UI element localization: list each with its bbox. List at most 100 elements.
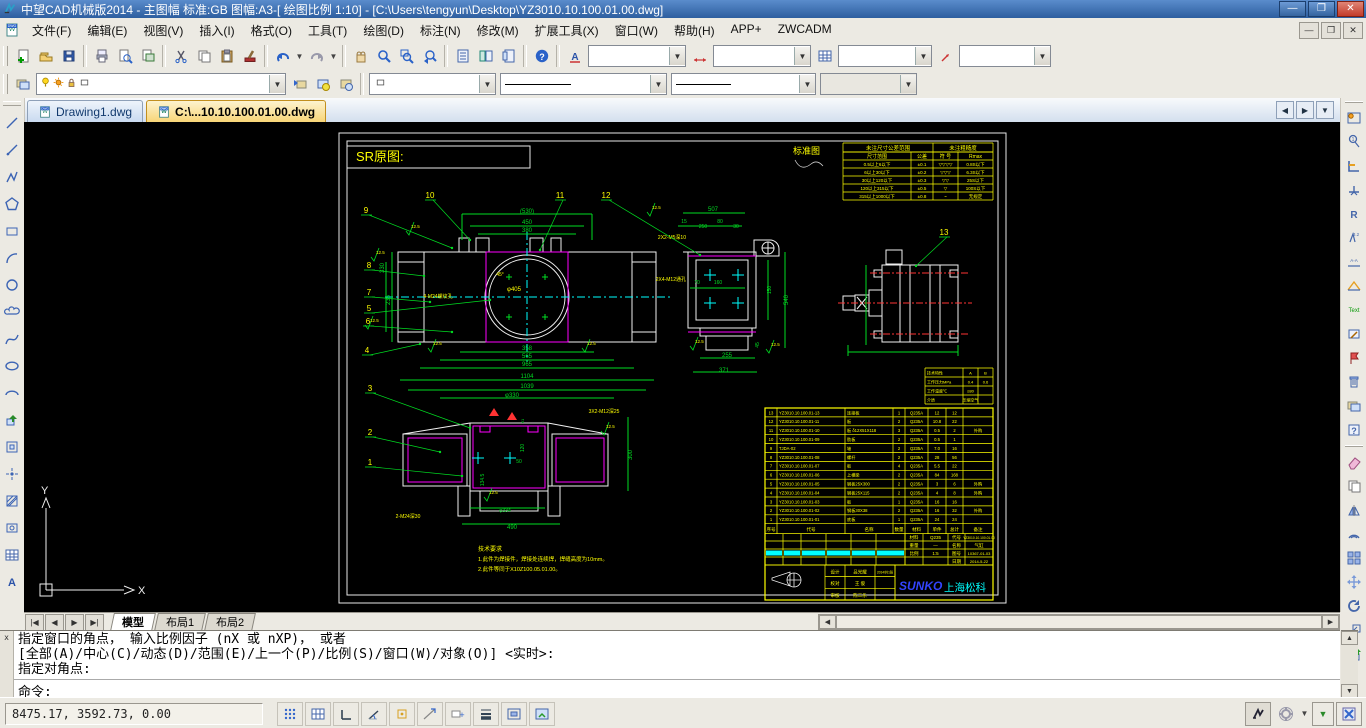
preview-icon[interactable] <box>113 45 136 68</box>
lwt-icon[interactable] <box>473 702 499 726</box>
symhelp-icon[interactable]: ? <box>1343 419 1366 442</box>
lineweight-combo[interactable]: ▼ <box>671 73 816 95</box>
copyobj-icon[interactable] <box>1343 475 1366 498</box>
spline-icon[interactable] <box>1 327 24 350</box>
menu-11[interactable]: 窗口(W) <box>607 19 666 42</box>
minimize-button[interactable]: — <box>1279 1 1306 17</box>
menu-7[interactable]: 绘图(D) <box>355 19 412 42</box>
dimstyle-icon[interactable] <box>688 45 711 68</box>
scroll-left-icon[interactable]: ◀ <box>819 615 836 629</box>
menu-9[interactable]: 修改(M) <box>469 19 527 42</box>
command-window[interactable]: x 指定窗口的角点， 输入比例因子 (nX 或 nXP)， 或者 [全部(A)/… <box>0 630 1340 698</box>
makeblock-icon[interactable] <box>1 435 24 458</box>
horizontal-scrollbar[interactable]: ◀ ▶ <box>818 614 1340 630</box>
publish-icon[interactable] <box>136 45 159 68</box>
toolbar-grip[interactable] <box>1345 101 1363 103</box>
menu-3[interactable]: 视图(V) <box>135 19 191 42</box>
undo-icon[interactable] <box>271 45 294 68</box>
doc-tab-1[interactable]: WDWGDrawing1.dwg <box>27 100 143 122</box>
paste-icon[interactable] <box>215 45 238 68</box>
doc-restore-button[interactable]: ❐ <box>1321 22 1341 39</box>
text-style-combo-dropdown-icon[interactable]: ▼ <box>669 47 685 65</box>
command-scroll-up-icon[interactable]: ▲ <box>1341 631 1358 645</box>
text-style-combo[interactable]: ▼ <box>588 45 686 67</box>
menu-14[interactable]: ZWCADM <box>770 19 840 42</box>
doc-tab-2[interactable]: WDWGC:\...10.10.100.01.00.dwg <box>146 100 326 122</box>
dropdown-arrow-icon[interactable]: ▼ <box>328 45 339 68</box>
circle-icon[interactable] <box>1 273 24 296</box>
blockedit-icon[interactable] <box>1343 323 1366 346</box>
hatch-icon[interactable] <box>1 489 24 512</box>
sgrid-icon[interactable] <box>305 702 331 726</box>
bulb-icon[interactable] <box>39 76 52 92</box>
layerstate-icon[interactable] <box>311 73 334 96</box>
save-icon[interactable] <box>57 45 80 68</box>
weld-icon[interactable] <box>1343 275 1366 298</box>
menu-6[interactable]: 工具(T) <box>300 19 355 42</box>
deltool-icon[interactable] <box>1343 371 1366 394</box>
sun-icon[interactable] <box>52 76 65 92</box>
polar-icon[interactable] <box>361 702 387 726</box>
array-icon[interactable] <box>1343 547 1366 570</box>
layer-combo-dropdown-icon[interactable]: ▼ <box>269 75 285 93</box>
layer-color-swatch[interactable] <box>78 76 91 92</box>
layertool-icon[interactable] <box>1343 395 1366 418</box>
properties-icon[interactable] <box>451 45 474 68</box>
rotate-icon[interactable] <box>1343 595 1366 618</box>
next-tab-icon[interactable]: ▶ <box>65 614 84 631</box>
cad-drawing-canvas[interactable]: X Y SR原图:标准图(530)45038035856596511041039… <box>24 122 1340 612</box>
texttool-icon[interactable]: Text <box>1343 299 1366 322</box>
toolbar-grip[interactable] <box>3 46 8 66</box>
line-icon[interactable] <box>1 111 24 134</box>
snap-icon[interactable] <box>277 702 303 726</box>
mleader-style-combo[interactable]: ▼ <box>959 45 1051 67</box>
first-tab-icon[interactable]: |◀ <box>25 614 44 631</box>
new-icon[interactable] <box>11 45 34 68</box>
menu-8[interactable]: 标注(N) <box>412 19 469 42</box>
ellipsearc-icon[interactable] <box>1 381 24 404</box>
command-scrollbar[interactable]: ▲ ▼ <box>1341 630 1358 698</box>
linetype-combo-dropdown-icon[interactable]: ▼ <box>650 75 666 93</box>
dim-style-combo[interactable]: ▼ <box>713 45 811 67</box>
table-style-combo[interactable]: ▼ <box>838 45 932 67</box>
wspace-icon[interactable] <box>529 702 555 726</box>
toolbar-grip[interactable] <box>3 101 21 106</box>
textstyle-icon[interactable]: A <box>563 45 586 68</box>
gear-icon[interactable] <box>1273 702 1299 726</box>
zoomprev-icon[interactable] <box>418 45 441 68</box>
tab-scroll-right-icon[interactable]: ▶ <box>1296 101 1314 119</box>
polygon-icon[interactable] <box>1 192 24 215</box>
erase-icon[interactable] <box>1343 451 1366 474</box>
balloon-icon[interactable]: 1 <box>1343 131 1366 154</box>
zwcad-logo-icon[interactable] <box>1245 702 1271 726</box>
fit-icon[interactable]: R <box>1343 203 1366 226</box>
redo-icon[interactable] <box>305 45 328 68</box>
offset-icon[interactable] <box>1343 523 1366 546</box>
menu-13[interactable]: APP+ <box>723 19 770 42</box>
cut-icon[interactable] <box>169 45 192 68</box>
command-window-grip[interactable]: x <box>0 631 14 698</box>
open-icon[interactable] <box>34 45 57 68</box>
tab-scroll-left-icon[interactable]: ◀ <box>1276 101 1294 119</box>
command-scroll-down-icon[interactable]: ▼ <box>1341 684 1358 698</box>
mtext-icon[interactable]: A <box>1 570 24 593</box>
toolpalettes-icon[interactable] <box>497 45 520 68</box>
help-icon[interactable]: ? <box>530 45 553 68</box>
menu-5[interactable]: 格式(O) <box>243 19 300 42</box>
last-tab-icon[interactable]: ▶| <box>85 614 104 631</box>
rectangle-icon[interactable] <box>1 219 24 242</box>
pan-icon[interactable] <box>349 45 372 68</box>
dima-icon[interactable]: A-A <box>1343 251 1366 274</box>
mleader-icon[interactable] <box>934 45 957 68</box>
tab-list-icon[interactable]: ▼ <box>1316 101 1334 119</box>
fullscreen-icon[interactable] <box>1336 702 1362 726</box>
lineweight-combo-dropdown-icon[interactable]: ▼ <box>799 75 815 93</box>
color-combo[interactable]: ▼ <box>369 73 496 95</box>
table-style-combo-dropdown-icon[interactable]: ▼ <box>915 47 931 65</box>
table-icon[interactable] <box>1 543 24 566</box>
arc-icon[interactable] <box>1 246 24 269</box>
table-icon[interactable] <box>813 45 836 68</box>
command-input[interactable]: 命令: <box>14 680 1340 698</box>
menu-12[interactable]: 帮助(H) <box>666 19 723 42</box>
scroll-right-icon[interactable]: ▶ <box>1322 615 1339 629</box>
